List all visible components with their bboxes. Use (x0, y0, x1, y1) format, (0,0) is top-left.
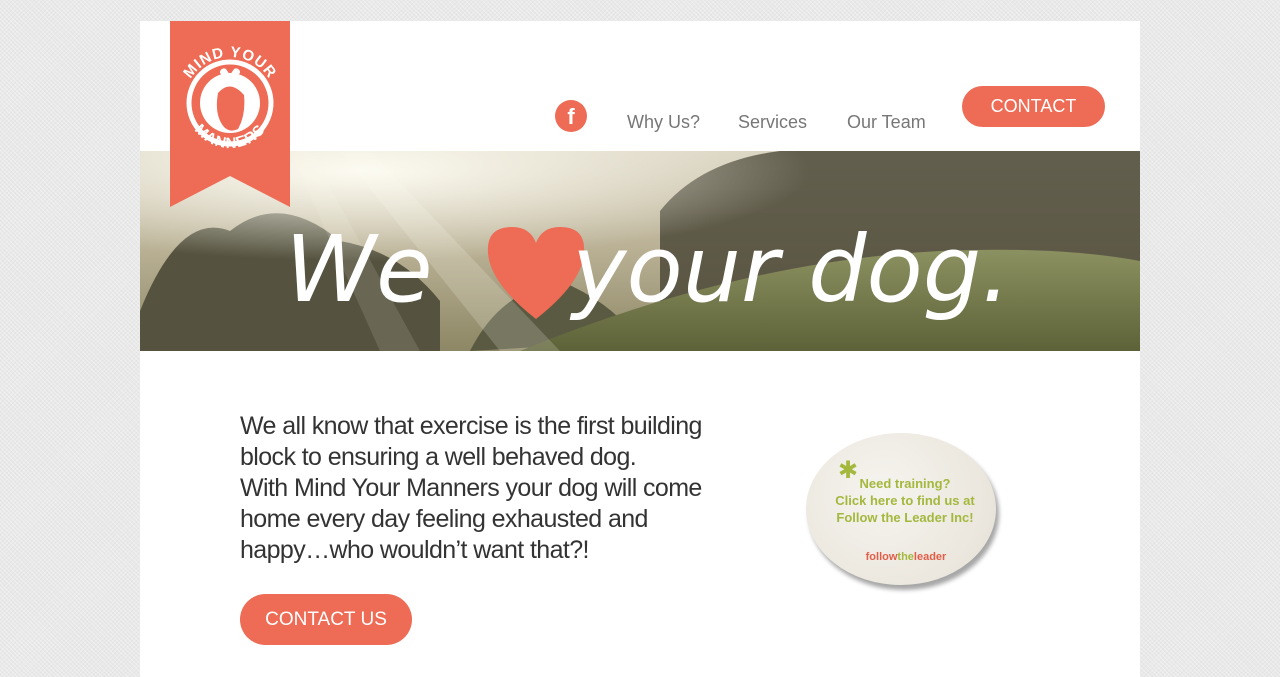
intro-line: home every day feeling exhausted and (240, 505, 648, 533)
page-container: MIND YOUR MANNERS f Why Us? Services Our… (140, 21, 1140, 677)
follow-the-leader-badge[interactable]: ✱ Need training? Click here to find us a… (806, 433, 1002, 591)
top-nav: f Why Us? Services Our Team CONTACT (140, 21, 1140, 151)
contact-button[interactable]: CONTACT (962, 86, 1105, 127)
badge-line: Need training? (859, 476, 951, 491)
intro-paragraph: We all know that exercise is the first b… (240, 411, 740, 566)
mind-your-manners-logo[interactable]: MIND YOUR MANNERS (170, 21, 290, 207)
badge-line: Click here to find us at (835, 493, 975, 508)
badge-text: Need training? Click here to find us at … (820, 475, 990, 526)
nav-services[interactable]: Services (738, 112, 807, 133)
intro-line: happy…who wouldn’t want that?! (240, 536, 590, 564)
intro-line: block to ensuring a well behaved dog. (240, 443, 637, 471)
hero-banner: We your dog. (140, 151, 1140, 351)
intro-line: With Mind Your Manners your dog will com… (240, 474, 702, 502)
intro-line: We all know that exercise is the first b… (240, 412, 702, 440)
contact-us-button[interactable]: CONTACT US (240, 594, 412, 645)
hero-text-we: We (285, 216, 433, 323)
hero-image: We your dog. (140, 151, 1140, 351)
follow-the-leader-logo: followtheleader (865, 551, 947, 563)
nav-why-us[interactable]: Why Us? (627, 112, 700, 133)
badge-line: Follow the Leader Inc! (836, 510, 974, 525)
hero-text-your-dog: your dog. (569, 216, 1010, 323)
nav-our-team[interactable]: Our Team (847, 112, 926, 133)
facebook-icon[interactable]: f (555, 100, 587, 132)
